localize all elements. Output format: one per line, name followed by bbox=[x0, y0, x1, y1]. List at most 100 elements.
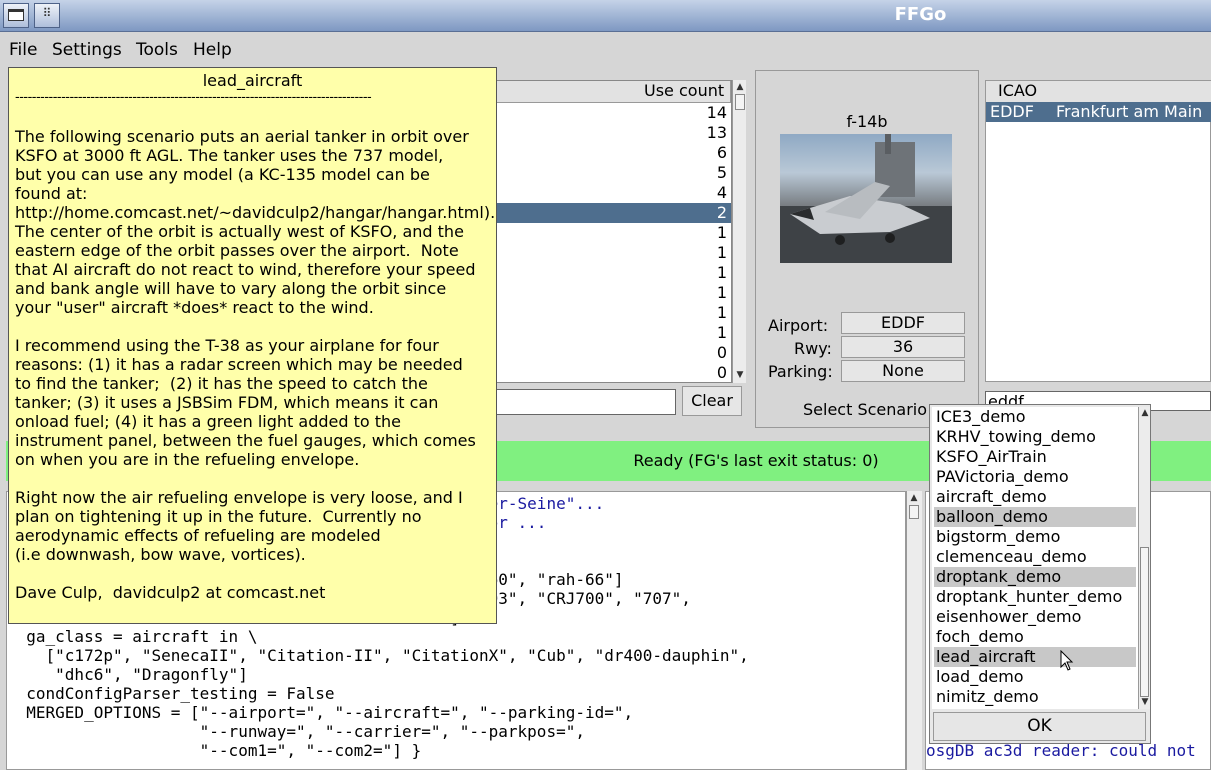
tooltip-line: and bank angle will have to vary along t… bbox=[15, 279, 447, 298]
code-line: "--com1=", "--com2="] } bbox=[7, 741, 422, 760]
tooltip-line: on when you are in the refueling envelop… bbox=[15, 450, 360, 469]
use-count-cell: 6 bbox=[716, 143, 727, 162]
scenario-list-item[interactable]: lead_aircraft bbox=[934, 647, 1136, 667]
tooltip-line: instrument panel, between the fuel gauge… bbox=[15, 431, 476, 450]
config-editor-scrollbar[interactable]: ▲ bbox=[906, 491, 922, 770]
aircraft-search-input[interactable] bbox=[496, 389, 676, 415]
tooltip-line: your "user" aircraft *does* react to the… bbox=[15, 298, 374, 317]
select-scenario-button[interactable]: Select Scenario bbox=[803, 400, 927, 419]
tooltip-line: plan on tightening it up in the future. … bbox=[15, 507, 422, 526]
tooltip-line: reasons: (1) it has a radar screen which… bbox=[15, 355, 463, 374]
scroll-thumb[interactable] bbox=[909, 505, 919, 519]
aircraft-table-row[interactable]: 13 bbox=[497, 123, 731, 143]
scenario-list-item[interactable]: droptank_demo bbox=[934, 567, 1136, 587]
scenario-list-item[interactable]: foch_demo bbox=[934, 627, 1136, 647]
aircraft-table-row[interactable]: 2 bbox=[497, 203, 731, 223]
tooltip-line: tanker; (3) it uses a JSBSim FDM, which … bbox=[15, 393, 439, 412]
tooltip-line: The center of the orbit is actually west… bbox=[15, 222, 464, 241]
aircraft-table-row[interactable]: 1 bbox=[497, 243, 731, 263]
scroll-down-icon[interactable]: ▼ bbox=[734, 369, 746, 381]
scenario-list-item[interactable]: droptank_hunter_demo bbox=[934, 587, 1136, 607]
scenario-description-tooltip: lead_aircraft --------------------------… bbox=[8, 67, 497, 624]
scroll-up-icon[interactable]: ▲ bbox=[908, 492, 920, 504]
tooltip-line: The following scenario puts an aerial ta… bbox=[15, 127, 469, 146]
scenario-list-item[interactable]: eisenhower_demo bbox=[934, 607, 1136, 627]
menu-file[interactable]: File bbox=[9, 40, 37, 60]
code-line: ["c172p", "SenecaII", "Citation-II", "Ci… bbox=[7, 646, 749, 665]
scenario-list-scrollbar[interactable]: ▲ ▼ bbox=[1138, 407, 1150, 709]
scenario-list-item[interactable]: ICE3_demo bbox=[934, 407, 1136, 427]
tooltip-title: lead_aircraft bbox=[202, 71, 303, 90]
aircraft-table-row[interactable]: 1 bbox=[497, 303, 731, 323]
scroll-thumb[interactable] bbox=[735, 94, 745, 110]
menu-bar: File Settings Tools Help bbox=[0, 33, 1211, 65]
scenario-list-item[interactable]: clemenceau_demo bbox=[934, 547, 1136, 567]
column-header-use-count[interactable]: Use count bbox=[640, 81, 731, 103]
aircraft-table-row[interactable]: 0 bbox=[497, 343, 731, 363]
use-count-cell: 5 bbox=[716, 163, 727, 182]
title-bar: ⠿ FFGo bbox=[0, 0, 1211, 32]
use-count-cell: 1 bbox=[716, 283, 727, 302]
airport-button[interactable]: EDDF bbox=[841, 312, 965, 334]
parking-button[interactable]: None bbox=[841, 360, 965, 382]
scroll-up-icon[interactable]: ▲ bbox=[734, 81, 746, 93]
aircraft-table-row[interactable]: 14 bbox=[497, 103, 731, 123]
ok-button[interactable]: OK bbox=[933, 712, 1146, 741]
menu-tools[interactable]: Tools bbox=[136, 40, 178, 60]
aircraft-table-row[interactable]: 4 bbox=[497, 183, 731, 203]
scenario-list[interactable]: ICE3_demo KRHV_towing_demo KSFO_AirTrain PA… bbox=[932, 407, 1138, 709]
scenario-list-item[interactable]: KRHV_towing_demo bbox=[934, 427, 1136, 447]
tooltip-line: found at: bbox=[15, 184, 88, 203]
scenario-selection-popup[interactable]: ICE3_demo KRHV_towing_demo KSFO_AirTrain PA… bbox=[929, 404, 1151, 744]
tooltip-line: onload fuel; (4) it has a green light ad… bbox=[15, 412, 402, 431]
tooltip-separator: ----------------------------------------… bbox=[15, 90, 372, 105]
scenario-list-item[interactable]: load_demo bbox=[934, 667, 1136, 687]
scenario-list-item[interactable]: nimitz_demo bbox=[934, 687, 1136, 707]
rwy-button[interactable]: 36 bbox=[841, 336, 965, 358]
scroll-up-icon[interactable]: ▲ bbox=[1139, 407, 1151, 419]
aircraft-thumbnail bbox=[780, 134, 952, 263]
scenario-list-item[interactable]: aircraft_demo bbox=[934, 487, 1136, 507]
menu-settings[interactable]: Settings bbox=[52, 40, 122, 60]
clear-button[interactable]: Clear bbox=[682, 386, 742, 416]
use-count-cell: 1 bbox=[716, 323, 727, 342]
aircraft-table-row[interactable]: 1 bbox=[497, 263, 731, 283]
use-count-cell: 4 bbox=[716, 183, 727, 202]
aircraft-table-scrollbar[interactable]: ▲ ▼ bbox=[732, 80, 746, 383]
menu-help[interactable]: Help bbox=[193, 40, 232, 60]
use-count-cell: 1 bbox=[716, 263, 727, 282]
airport-row-name: Frankfurt am Main bbox=[1056, 102, 1203, 121]
aircraft-table-row[interactable]: 5 bbox=[497, 163, 731, 183]
aircraft-table-row[interactable]: 1 bbox=[497, 323, 731, 343]
use-count-cell: 13 bbox=[706, 123, 727, 142]
tooltip-line: that AI aircraft do not react to wind, t… bbox=[15, 260, 476, 279]
tooltip-line: to find the tanker; (2) it has the speed… bbox=[15, 374, 428, 393]
tooltip-line: Dave Culp, davidculp2 at comcast.net bbox=[15, 583, 326, 602]
column-header-name[interactable] bbox=[497, 81, 641, 103]
scenario-list-item[interactable]: balloon_demo bbox=[934, 507, 1136, 527]
use-count-cell: 2 bbox=[716, 203, 727, 222]
aircraft-table[interactable]: Use count 14 13 6 5 4 2 1 1 1 1 1 1 0 0 bbox=[496, 80, 732, 383]
tooltip-line: aerodynamic effects of refueling are mod… bbox=[15, 526, 381, 545]
use-count-cell: 1 bbox=[716, 303, 727, 322]
aircraft-table-row[interactable]: 0 bbox=[497, 363, 731, 383]
airport-row[interactable]: EDDF Frankfurt am Main bbox=[986, 102, 1211, 122]
airport-label: Airport: bbox=[768, 316, 829, 335]
code-line: ga_class = aircraft in \ bbox=[7, 627, 258, 646]
use-count-cell: 1 bbox=[716, 223, 727, 242]
scenario-list-item[interactable]: KSFO_AirTrain bbox=[934, 447, 1136, 467]
scenario-list-item[interactable]: bigstorm_demo bbox=[934, 527, 1136, 547]
aircraft-table-row[interactable]: 1 bbox=[497, 283, 731, 303]
aircraft-table-row[interactable]: 1 bbox=[497, 223, 731, 243]
tooltip-line: Right now the air refueling envelope is … bbox=[15, 488, 463, 507]
column-header-airport-name[interactable] bbox=[1065, 81, 1211, 103]
scroll-down-icon[interactable]: ▼ bbox=[1139, 696, 1151, 708]
scroll-thumb[interactable] bbox=[1140, 547, 1149, 697]
column-header-icao[interactable]: ICAO bbox=[986, 81, 1066, 103]
airport-list[interactable]: ICAO EDDF Frankfurt am Main bbox=[985, 80, 1211, 382]
tooltip-line: (i.e downwash, bow wave, vortices). bbox=[15, 545, 306, 564]
scenario-list-item[interactable]: PAVictoria_demo bbox=[934, 467, 1136, 487]
tooltip-line: I recommend using the T-38 as your airpl… bbox=[15, 336, 439, 355]
aircraft-table-row[interactable]: 6 bbox=[497, 143, 731, 163]
window-title: FFGo bbox=[894, 4, 947, 25]
